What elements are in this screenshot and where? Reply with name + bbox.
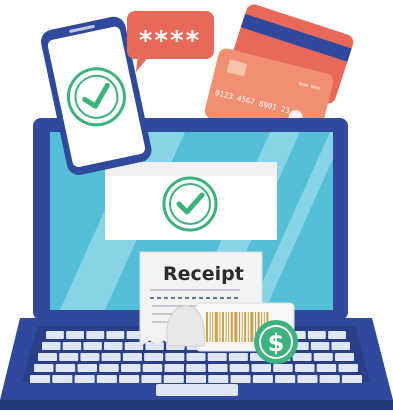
- barcode-bar: [250, 312, 254, 342]
- keyboard-key: [319, 375, 340, 383]
- keyboard-key: [142, 364, 163, 372]
- keyboard-key: [104, 342, 123, 350]
- keyboard-key: [38, 353, 57, 361]
- keyboard-key: [186, 375, 207, 383]
- keyboard-key: [275, 375, 296, 383]
- keyboard-key: [62, 342, 82, 350]
- keyboard-key: [207, 353, 227, 361]
- keyboard-key: [119, 375, 140, 383]
- confirmation-window: [105, 162, 277, 240]
- keyboard-key: [338, 364, 358, 372]
- barcode-bar: [209, 312, 211, 342]
- keyboard-key: [331, 342, 350, 350]
- barcode-bar: [206, 312, 208, 342]
- touchpad: [156, 384, 238, 396]
- keyboard-key: [55, 364, 76, 372]
- keyboard-key: [96, 375, 117, 383]
- keyboard-key: [228, 353, 248, 361]
- keyboard-key: [229, 364, 250, 372]
- barcode-bar: [228, 312, 230, 342]
- keyboard-key: [122, 353, 142, 361]
- keyboard-key: [77, 364, 97, 372]
- keyboard-key: [80, 353, 100, 361]
- keyboard-key: [106, 331, 125, 339]
- keyboard-key: [59, 353, 79, 361]
- keyboard-key: [141, 375, 162, 383]
- keyboard-key: [52, 375, 73, 383]
- barcode-bar: [244, 312, 247, 342]
- barcode-bar: [214, 312, 218, 342]
- keyboard-key: [297, 375, 318, 383]
- keyboard-key: [186, 364, 206, 372]
- keyboard-key: [252, 375, 273, 383]
- keyboard-key: [144, 353, 164, 361]
- keyboard-key: [208, 375, 229, 383]
- keyboard-key: [83, 342, 102, 350]
- keyboard-key: [34, 364, 54, 372]
- keyboard-key: [42, 342, 61, 350]
- barcode-bar: [241, 312, 243, 342]
- barcode-bar: [212, 312, 214, 342]
- dollar-badge: $: [254, 320, 298, 364]
- keyboard-key: [341, 375, 362, 383]
- keyboard-key: [295, 364, 315, 372]
- keyboard-key: [251, 364, 271, 372]
- receipt-title: Receipt: [163, 263, 244, 285]
- keyboard-key: [66, 331, 84, 339]
- barcode-bar: [234, 312, 238, 342]
- barcode-bar: [247, 312, 249, 342]
- keyboard-key: [310, 342, 330, 350]
- keyboard-key: [99, 364, 119, 372]
- keyboard-key: [46, 331, 64, 339]
- password-bubble: ****: [127, 11, 214, 72]
- payment-illustration: 0123 4567 8901 23 0000 0000 Receipt $ **…: [0, 4, 393, 410]
- keyboard-key: [74, 375, 95, 383]
- keyboard-key: [30, 375, 51, 383]
- keyboard-key: [230, 375, 251, 383]
- keyboard-key: [164, 364, 184, 372]
- keyboard-key: [313, 353, 333, 361]
- keyboard-key: [307, 331, 326, 339]
- barcode-bar: [239, 312, 240, 342]
- password-text: ****: [139, 26, 201, 56]
- keyboard-key: [273, 364, 293, 372]
- keyboard-key: [163, 375, 184, 383]
- keyboard-key: [328, 331, 346, 339]
- keyboard-key: [165, 353, 185, 361]
- barcode-bar: [230, 312, 233, 342]
- barcode-bar: [222, 312, 224, 342]
- barcode-bar: [225, 312, 227, 342]
- keyboard-key: [121, 364, 141, 372]
- barcode-bar: [219, 312, 221, 342]
- keyboard-key: [208, 364, 228, 372]
- keyboard-key: [186, 353, 206, 361]
- keyboard-key: [292, 353, 312, 361]
- keyboard-key: [335, 353, 354, 361]
- keyboard-key: [316, 364, 337, 372]
- dollar-icon: $: [268, 329, 285, 357]
- keyboard-key: [101, 353, 121, 361]
- keyboard-key: [86, 331, 105, 339]
